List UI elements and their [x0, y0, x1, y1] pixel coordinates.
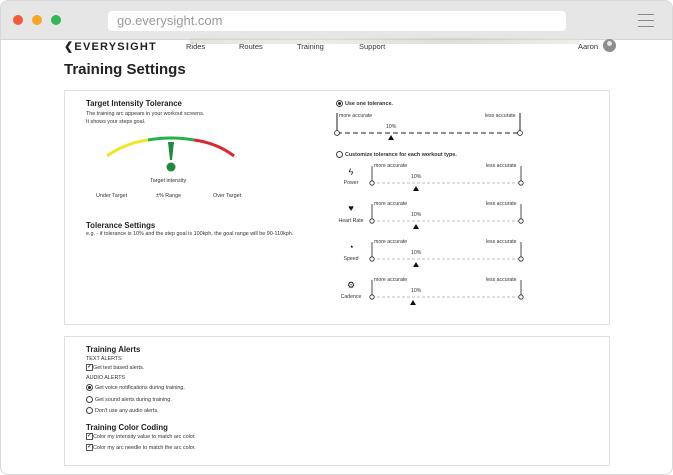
gauge-needle [168, 142, 174, 160]
color-coding-heading: Training Color Coding [86, 423, 168, 432]
no-audio-alerts-radio[interactable] [86, 407, 93, 414]
training-alerts-heading: Training Alerts [86, 345, 141, 354]
color-needle-label[interactable]: Color my arc needle to match the arc col… [93, 445, 196, 451]
heart-rate-tolerance-value: 10% [411, 212, 422, 218]
tolerance-example: e.g. - if tolerance is 10% and the step … [86, 231, 294, 237]
gauge-needle-base [166, 162, 176, 172]
heart-rate-less-accurate-label: less accurate [486, 201, 517, 207]
speedometer-icon: ◔ [348, 242, 354, 252]
speed-less-accurate-label: less accurate [486, 239, 517, 245]
cadence-tolerance-value: 10% [411, 288, 422, 294]
voice-notifications-label[interactable]: Get voice notifications during training. [95, 385, 185, 391]
audio-alerts-heading: AUDIO ALERTS [86, 375, 126, 381]
text-alerts-label[interactable]: Get text based alerts. [93, 365, 144, 371]
gauge-arc-mid [147, 136, 195, 142]
use-one-tolerance-label[interactable]: Use one tolerance. [345, 101, 393, 107]
cadence-less-accurate-label: less accurate [486, 277, 517, 283]
speed-more-accurate-label: more accurate [374, 239, 408, 245]
use-one-tolerance-radio[interactable] [336, 100, 343, 107]
voice-notifications-radio[interactable] [86, 384, 93, 391]
cadence-slider [369, 280, 524, 305]
cadence-label: Cadence [340, 294, 362, 300]
speed-slider [369, 242, 524, 267]
main-more-accurate-label: more accurate [339, 113, 373, 119]
customize-tolerance-radio[interactable] [336, 151, 343, 158]
gauge-arc-low [106, 138, 149, 158]
speed-tolerance-value: 10% [411, 250, 422, 256]
gauge-target-label: Target intensity [150, 178, 187, 184]
main-tolerance-value: 10% [386, 124, 397, 130]
power-tolerance-value: 10% [411, 174, 422, 180]
power-label: Power [343, 180, 359, 186]
color-intensity-label[interactable]: Color my intensity value to match arc co… [93, 434, 196, 440]
heart-rate-slider [369, 204, 524, 229]
main-less-accurate-label: less accurate [485, 113, 516, 119]
cadence-more-accurate-label: more accurate [374, 277, 408, 283]
text-alerts-heading: TEXT ALERTS [86, 356, 122, 362]
power-more-accurate-label: more accurate [374, 163, 408, 169]
lightning-icon: ϟ [348, 167, 354, 177]
over-target-label: Over Target [213, 193, 242, 199]
power-less-accurate-label: less accurate [486, 163, 517, 169]
heart-rate-more-accurate-label: more accurate [374, 201, 408, 207]
sound-alerts-label[interactable]: Get sound alerts during training. [95, 397, 172, 403]
gauge-range-label: ±% Range [156, 193, 182, 199]
sound-alerts-radio[interactable] [86, 396, 93, 403]
color-intensity-checkbox[interactable]: ✓ [86, 433, 93, 440]
under-target-label: Under Target [96, 193, 128, 199]
power-slider [369, 166, 524, 191]
heart-rate-label: Heart Rate [338, 218, 364, 224]
gauge-arc-high [193, 138, 235, 158]
no-audio-alerts-label[interactable]: Don't use any audio alerts. [95, 408, 159, 414]
customize-tolerance-label[interactable]: Customize tolerance for each workout typ… [345, 152, 457, 158]
color-needle-checkbox[interactable]: ✓ [86, 444, 93, 451]
speed-label: Speed [343, 256, 359, 262]
tolerance-settings-heading: Tolerance Settings [86, 221, 156, 230]
heart-rate-icon: ♥ [348, 203, 354, 213]
cadence-icon: ⚙ [346, 280, 356, 290]
text-alerts-checkbox[interactable]: ✓ [86, 364, 93, 371]
